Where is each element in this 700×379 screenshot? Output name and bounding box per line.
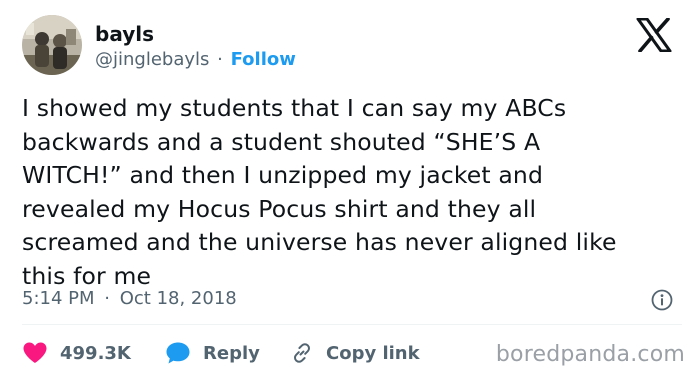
avatar-photo bbox=[22, 15, 82, 75]
tweet-text-line: screamed and the universe has never alig… bbox=[22, 228, 617, 257]
tweet-text-line: revealed my Hocus Pocus shirt and they a… bbox=[22, 194, 537, 223]
tweet-text-line: backwards and a student shouted “SHE’S A bbox=[22, 127, 541, 156]
tweet-text-line: WITCH!” and then I unzipped my jacket an… bbox=[22, 161, 544, 190]
separator-dot: · bbox=[104, 288, 110, 309]
info-icon[interactable] bbox=[651, 289, 673, 311]
tweet-date: Oct 18, 2018 bbox=[119, 288, 237, 309]
tweet-text-line: I showed my students that I can say my A… bbox=[22, 94, 567, 122]
display-name[interactable]: bayls bbox=[95, 22, 154, 46]
reply-label: Reply bbox=[203, 342, 260, 364]
copy-link-button[interactable]: Copy link bbox=[290, 338, 420, 368]
copy-link-label: Copy link bbox=[326, 342, 420, 364]
separator-dot: · bbox=[217, 49, 223, 70]
user-handle[interactable]: @jinglebayls bbox=[95, 49, 209, 70]
tweet-time: 5:14 PM bbox=[22, 288, 95, 309]
link-icon bbox=[294, 343, 310, 363]
avatar[interactable] bbox=[22, 15, 82, 75]
like-count: 499.3K bbox=[60, 342, 131, 364]
reply-button[interactable]: Reply bbox=[165, 338, 260, 368]
watermark: boredpanda.com bbox=[495, 342, 685, 367]
timestamp[interactable]: 5:14 PM · Oct 18, 2018 bbox=[22, 288, 237, 309]
x-logo-icon[interactable] bbox=[636, 17, 672, 53]
speech-bubble-icon bbox=[166, 342, 190, 364]
divider bbox=[22, 324, 682, 325]
follow-button[interactable]: Follow bbox=[231, 49, 296, 70]
heart-icon bbox=[23, 342, 47, 363]
tweet-text: I showed my students that I can say my A… bbox=[22, 92, 682, 294]
handle-row: @jinglebayls · Follow bbox=[95, 49, 296, 70]
like-button[interactable]: 499.3K bbox=[22, 338, 131, 368]
